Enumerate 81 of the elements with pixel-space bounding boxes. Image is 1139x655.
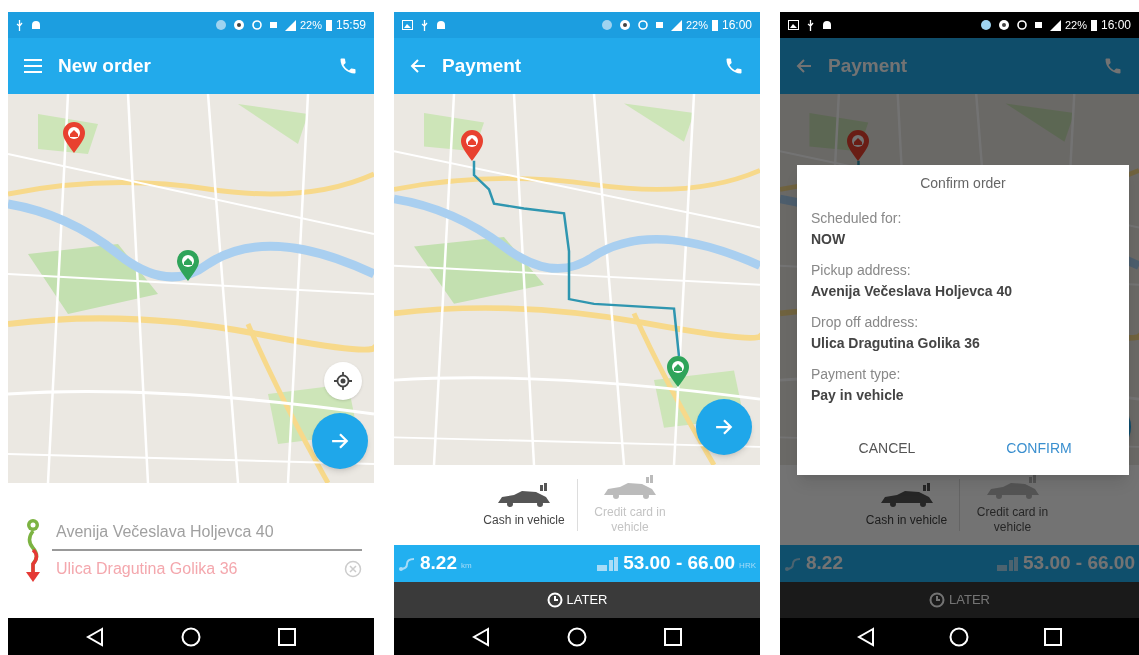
battery-icon	[1090, 19, 1097, 31]
field-value: NOW	[811, 230, 847, 249]
currency-label: HRK	[739, 559, 756, 572]
alarm-icon	[251, 20, 262, 30]
payment-option[interactable]: Cash in vehicle	[854, 482, 959, 528]
distance-unit: km	[461, 559, 472, 572]
alarm-icon	[1016, 20, 1027, 30]
screen-title: Payment	[442, 53, 523, 78]
payment-option[interactable]: Credit card in vehicle	[960, 475, 1065, 535]
car-icon	[878, 482, 935, 509]
field-value: Ulica Dragutina Golika 36	[811, 334, 981, 353]
home-icon[interactable]	[949, 626, 970, 647]
field-value: Pay in vehicle	[811, 386, 905, 405]
recent-apps-icon[interactable]	[1043, 627, 1062, 646]
cancel-button[interactable]: CANCEL	[811, 438, 963, 459]
alarm-icon	[637, 20, 648, 30]
usb-icon	[421, 19, 428, 31]
car-icon	[984, 475, 1041, 501]
field-label: Payment type:	[811, 365, 902, 384]
screen-title: Payment	[828, 53, 909, 78]
dropoff-field[interactable]: Ulica Dragutina Golika 36	[52, 550, 362, 587]
usb-icon	[16, 19, 23, 31]
home-icon[interactable]	[567, 626, 587, 647]
recent-apps-icon[interactable]	[663, 627, 682, 646]
back-icon[interactable]	[857, 626, 876, 647]
location-pin-icon	[62, 122, 86, 154]
price-range: 53.00 - 66.00	[623, 551, 736, 576]
arrow-right-icon	[331, 432, 349, 450]
field-value: Avenija Večeslava Holjevca 40	[811, 282, 1014, 301]
payment-option[interactable]: Cash in vehicle	[471, 482, 577, 528]
distance-value: 8.22	[806, 551, 843, 576]
field-label: Scheduled for:	[811, 209, 903, 228]
later-button[interactable]: LATER	[394, 582, 760, 618]
battery-percent: 22%	[685, 17, 708, 33]
crosshair-icon	[334, 372, 352, 390]
car-icon	[602, 475, 658, 501]
signal-icon	[1049, 19, 1061, 31]
route-icon	[398, 556, 416, 571]
image-icon	[402, 20, 413, 30]
usb-icon	[807, 19, 814, 31]
clock-icon	[929, 592, 946, 608]
battery-percent: 22%	[1064, 17, 1087, 33]
field-label: Drop off address:	[811, 313, 920, 332]
field-label: Pickup address:	[811, 261, 912, 280]
money-icon	[997, 556, 1019, 571]
menu-icon[interactable]	[24, 59, 42, 73]
android-icon	[31, 20, 41, 30]
phone-icon[interactable]	[338, 56, 358, 76]
back-arrow-icon[interactable]	[410, 58, 426, 74]
clock-time: 16:00	[721, 17, 752, 34]
android-icon	[436, 20, 446, 30]
car-icon	[496, 482, 552, 509]
battery-icon	[325, 19, 332, 31]
phone-icon[interactable]	[724, 56, 744, 76]
battery-percent: 22%	[299, 17, 322, 33]
android-icon	[822, 20, 832, 30]
back-icon[interactable]	[472, 626, 491, 647]
recent-apps-icon[interactable]	[277, 627, 296, 646]
location-pin-icon	[846, 130, 870, 162]
clock-time: 15:59	[335, 17, 366, 34]
distance-value: 8.22	[420, 551, 457, 576]
confirm-button[interactable]: CONFIRM	[963, 438, 1115, 459]
home-pin-icon	[666, 356, 690, 388]
later-button[interactable]: LATER	[780, 582, 1139, 618]
price-range: 53.00 - 66.00	[1023, 551, 1135, 576]
home-icon[interactable]	[181, 626, 201, 647]
dialog-title: Confirm order	[919, 174, 1007, 193]
route-icon	[784, 556, 802, 571]
back-icon[interactable]	[86, 626, 105, 647]
image-icon	[788, 20, 799, 30]
signal-icon	[670, 19, 682, 31]
pickup-field[interactable]: Avenija Večeslava Holjevca 40	[52, 514, 362, 551]
clock-time: 16:00	[1100, 17, 1131, 34]
screen-title: New order	[58, 53, 152, 78]
clock-icon	[546, 592, 563, 608]
location-pin-icon	[460, 130, 484, 162]
battery-icon	[711, 19, 718, 31]
home-pin-icon	[176, 250, 200, 282]
signal-icon	[284, 19, 296, 31]
money-icon	[597, 556, 620, 571]
arrow-right-icon	[715, 418, 733, 436]
